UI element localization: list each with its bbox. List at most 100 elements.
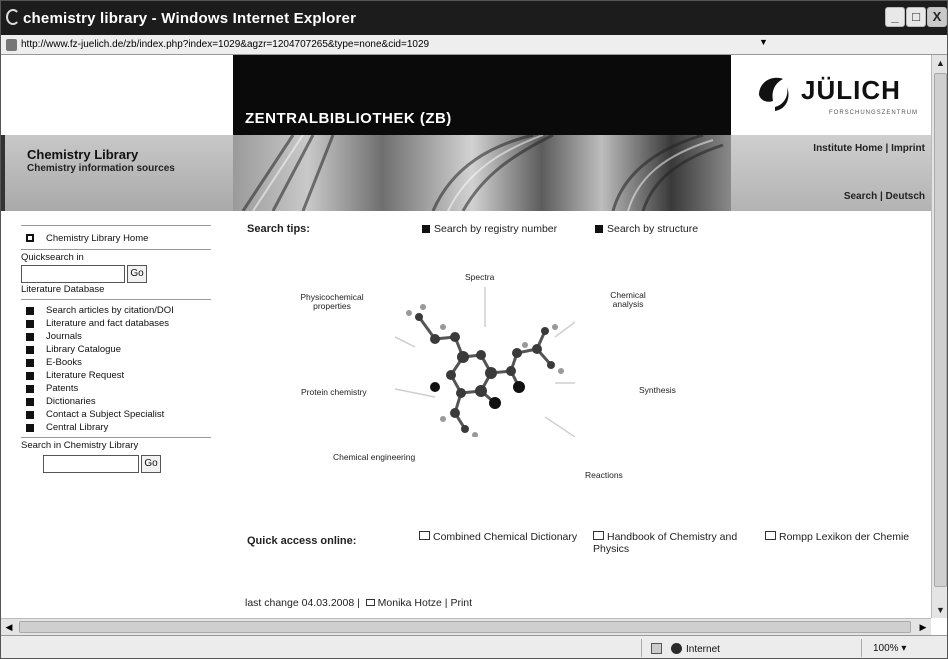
window-title: chemistry library - Windows Internet Exp… <box>23 10 357 27</box>
square-bullet-icon <box>595 225 603 233</box>
quicksearch-label: Quicksearch in <box>21 252 84 263</box>
sidebar-item-literature-request[interactable]: Literature Request <box>21 369 211 382</box>
quicksearch-go-button[interactable]: Go <box>127 265 147 283</box>
browser-window: chemistry library - Windows Internet Exp… <box>0 0 948 659</box>
label-chemical-engineering[interactable]: Chemical engineering <box>333 453 415 462</box>
sidebar-item-citation[interactable]: Search articles by citation/DOI <box>21 304 211 317</box>
ie-logo-icon <box>6 9 20 25</box>
divider <box>861 639 862 657</box>
quicksearch-database: Literature Database <box>21 284 105 295</box>
divider <box>21 437 211 438</box>
last-change: last change 04.03.2008 | <box>245 597 360 609</box>
print-link[interactable]: Print <box>450 597 472 609</box>
header-left <box>1 55 233 135</box>
sidebar-item-central-library[interactable]: Central Library <box>21 421 211 434</box>
square-bullet-icon <box>26 397 34 406</box>
library-title-box: Chemistry Library Chemistry information … <box>1 135 233 211</box>
protected-mode-icon <box>651 643 662 654</box>
square-bullet-icon <box>26 306 34 315</box>
banner-links: Institute Home | Imprint Search | Deutsc… <box>731 135 931 211</box>
sidebar-item-databases[interactable]: Literature and fact databases <box>21 317 211 330</box>
address-bar[interactable]: http://www.fz-juelich.de/zb/index.php?in… <box>1 35 947 55</box>
juelich-logo[interactable]: JÜLICH FORSCHUNGSZENTRUM <box>731 55 931 135</box>
library-search-go-button[interactable]: Go <box>141 455 161 473</box>
divider <box>21 249 211 250</box>
qa-combined-chemical-dictionary-link[interactable]: Combined Chemical Dictionary <box>419 531 577 543</box>
horizontal-scrollbar[interactable]: ◀ ▶ <box>1 618 931 635</box>
square-bullet-icon <box>422 225 430 233</box>
address-url[interactable]: http://www.fz-juelich.de/zb/index.php?in… <box>21 39 429 50</box>
close-button[interactable]: X <box>927 7 947 27</box>
sidebar-item-catalogue[interactable]: Library Catalogue <box>21 343 211 356</box>
label-protein-chemistry[interactable]: Protein chemistry <box>301 388 367 397</box>
library-search-input[interactable] <box>43 455 139 473</box>
divider <box>21 299 211 300</box>
square-bullet-icon <box>26 345 34 354</box>
logo-subtitle: FORSCHUNGSZENTRUM <box>829 110 918 116</box>
zoom-control[interactable]: 100% ▾ <box>873 643 906 654</box>
tip-registry-link[interactable]: Search by registry number <box>422 223 557 235</box>
maximize-button[interactable]: □ <box>906 7 926 27</box>
sidebar-item-dictionaries[interactable]: Dictionaries <box>21 395 211 408</box>
sidebar: Chemistry Library Home Quicksearch in Go… <box>21 225 211 473</box>
sidebar-item-journals[interactable]: Journals <box>21 330 211 343</box>
logo-name: JÜLICH <box>801 75 901 105</box>
page-content: ZENTRALBIBLIOTHEK (ZB) JÜLICH FORSCHUNGS… <box>1 55 931 618</box>
title-bar: chemistry library - Windows Internet Exp… <box>1 1 947 35</box>
security-zone: Internet <box>671 643 720 655</box>
address-dropdown-icon[interactable]: ▼ <box>759 37 768 47</box>
deutsch-link[interactable]: Deutsch <box>886 191 925 202</box>
scroll-right-icon[interactable]: ▶ <box>915 619 931 635</box>
square-bullet-icon <box>26 332 34 341</box>
sidebar-item-patents[interactable]: Patents <box>21 382 211 395</box>
qa-rompp-link[interactable]: Rompp Lexikon der Chemie <box>765 531 909 543</box>
square-bullet-icon <box>26 410 34 419</box>
tip-structure-link[interactable]: Search by structure <box>595 223 698 235</box>
qa-handbook-link[interactable]: Handbook of Chemistry and Physics <box>593 531 753 555</box>
square-bullet-icon <box>26 234 34 242</box>
library-subtitle: Chemistry information sources <box>27 163 175 174</box>
divider <box>21 225 211 226</box>
square-bullet-icon <box>26 371 34 380</box>
library-title: Chemistry Library <box>27 147 139 162</box>
label-reactions[interactable]: Reactions <box>585 471 623 480</box>
label-physicochemical[interactable]: Physicochemical properties <box>291 293 373 311</box>
vertical-scroll-thumb[interactable] <box>934 73 947 587</box>
status-bar: Internet 100% ▾ <box>1 635 947 658</box>
square-bullet-icon <box>26 358 34 367</box>
zb-title: ZENTRALBIBLIOTHEK (ZB) <box>245 110 452 127</box>
label-synthesis[interactable]: Synthesis <box>639 386 676 395</box>
institute-home-link[interactable]: Institute Home <box>813 143 882 154</box>
page-icon <box>6 39 17 51</box>
page-footer: last change 04.03.2008 | Monika Hotze | … <box>245 597 473 609</box>
imprint-link[interactable]: Imprint <box>891 143 925 154</box>
juelich-mark-icon <box>759 77 789 111</box>
mail-icon <box>365 599 375 606</box>
scroll-down-icon[interactable]: ▼ <box>932 602 947 618</box>
header-banner: ZENTRALBIBLIOTHEK (ZB) <box>233 55 731 135</box>
quick-access-label: Quick access online: <box>247 535 357 547</box>
library-search-label: Search in Chemistry Library <box>21 440 139 451</box>
globe-icon <box>671 643 682 654</box>
square-bullet-icon <box>26 384 34 393</box>
vertical-scrollbar[interactable]: ▲ ▼ <box>931 55 947 618</box>
sidebar-item-contact[interactable]: Contact a Subject Specialist <box>21 408 211 421</box>
banner-image <box>233 135 731 211</box>
search-link[interactable]: Search <box>844 191 877 202</box>
label-chemical-analysis[interactable]: Chemical analysis <box>603 291 653 309</box>
divider <box>641 639 642 657</box>
square-bullet-icon <box>26 423 34 432</box>
scroll-left-icon[interactable]: ◀ <box>1 619 17 635</box>
search-tips-label: Search tips: <box>247 223 310 235</box>
author-link[interactable]: Monika Hotze <box>378 597 442 609</box>
horizontal-scroll-thumb[interactable] <box>19 621 911 633</box>
sidebar-item-home[interactable]: Chemistry Library Home <box>21 231 211 245</box>
minimize-button[interactable]: _ <box>885 7 905 27</box>
scroll-up-icon[interactable]: ▲ <box>932 55 947 71</box>
quicksearch-input[interactable] <box>21 265 125 283</box>
label-spectra[interactable]: Spectra <box>465 273 494 282</box>
square-bullet-icon <box>26 319 34 328</box>
main-content: Search tips: Search by registry number S… <box>247 221 927 611</box>
sidebar-item-ebooks[interactable]: E-Books <box>21 356 211 369</box>
molecule-illustration <box>395 287 575 437</box>
